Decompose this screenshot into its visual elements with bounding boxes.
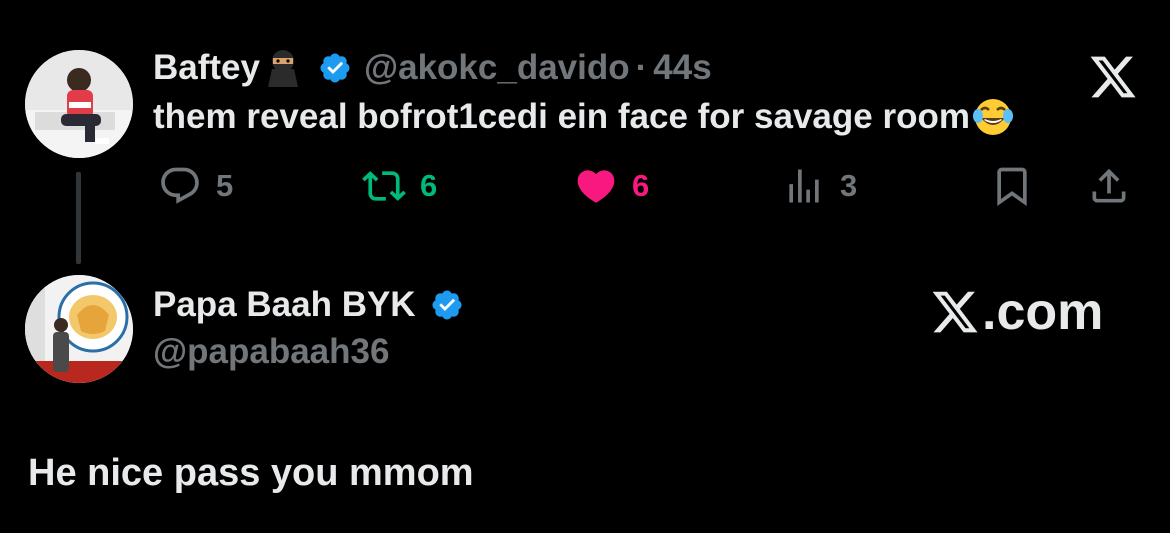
views-count: 3 <box>840 168 858 203</box>
verified-badge-icon[interactable] <box>318 51 352 85</box>
like-count: 6 <box>632 168 650 203</box>
thread-connector-line <box>76 172 81 264</box>
tweet-text: them reveal bofrot1cedi ein face for sav… <box>153 96 1014 138</box>
separator-dot: · <box>635 48 648 87</box>
share-icon <box>1092 168 1126 203</box>
like-button[interactable]: 6 <box>574 163 649 209</box>
ninja-emoji-icon <box>262 49 304 87</box>
verified-badge-icon[interactable] <box>430 288 464 322</box>
reply-icon <box>161 167 199 204</box>
x-com-watermark: .com <box>930 282 1103 342</box>
views-button[interactable]: 3 <box>782 163 857 209</box>
views-icon <box>789 169 819 203</box>
profile-header: Papa Baah BYK <box>153 285 464 325</box>
author-handle[interactable]: @akokc_davido <box>364 48 630 88</box>
x-logo-icon <box>932 291 978 333</box>
repost-count: 6 <box>420 168 438 203</box>
author-name[interactable]: Baftey <box>153 48 260 88</box>
tweet-header: Baftey @akokc_davido · 44s <box>153 48 712 88</box>
heart-icon <box>577 170 615 203</box>
repost-icon <box>362 171 406 201</box>
profile-name[interactable]: Papa Baah BYK <box>153 285 416 325</box>
reply-button[interactable]: 5 <box>158 163 233 209</box>
x-logo-icon <box>1087 54 1139 100</box>
reply-text: He nice pass you mmom <box>28 452 474 494</box>
watermark-text: .com <box>982 283 1104 341</box>
share-button[interactable] <box>1087 163 1131 209</box>
bookmark-button[interactable] <box>990 163 1034 209</box>
profile-handle[interactable]: @papabaah36 <box>153 332 389 372</box>
tweet-text-content: them reveal bofrot1cedi ein face for sav… <box>153 97 970 136</box>
repost-button[interactable]: 6 <box>362 163 437 209</box>
author-avatar[interactable] <box>25 50 133 158</box>
reply-count: 5 <box>216 168 234 203</box>
bookmark-icon <box>997 167 1027 207</box>
profile-avatar[interactable] <box>25 275 133 383</box>
face-with-tears-of-joy-icon <box>972 96 1014 138</box>
tweet-timestamp[interactable]: 44s <box>653 48 711 88</box>
